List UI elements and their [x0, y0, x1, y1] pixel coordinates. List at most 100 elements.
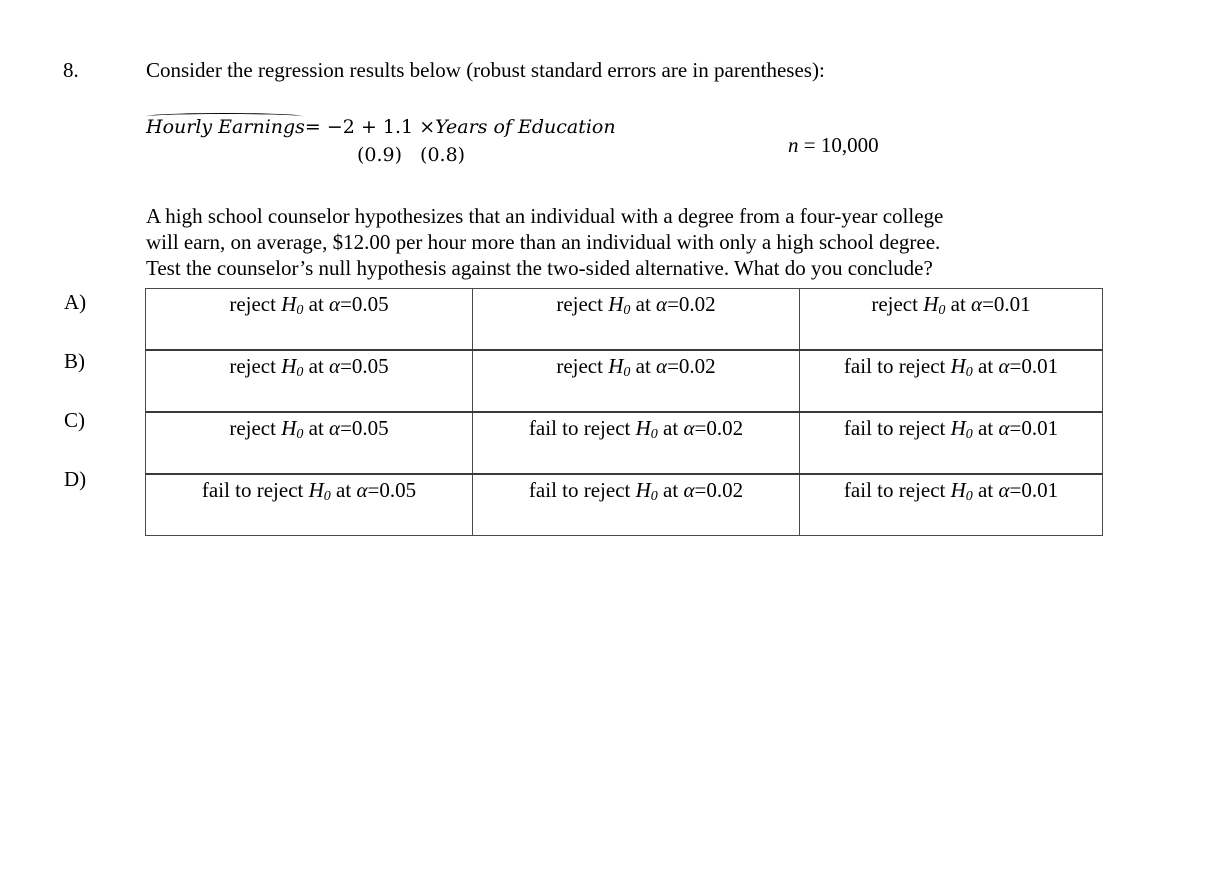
hypothesis-letter: H: [608, 354, 624, 378]
hypothesis-subscript: 0: [296, 427, 304, 442]
null-hypothesis-symbol: H0: [281, 354, 303, 380]
option-row-b[interactable]: reject H0 at α=0.05 reject H0 at α=0.02 fa…: [145, 349, 1103, 413]
at-word: at: [635, 354, 651, 378]
alpha-symbol: α: [329, 354, 341, 378]
alpha-value: 0.01: [993, 292, 1031, 316]
at-word: at: [635, 292, 651, 316]
at-word: at: [336, 478, 352, 502]
option-cell: reject H0 at α=0.02: [472, 288, 800, 351]
alpha-equals: =: [340, 416, 352, 440]
equals-sign: =: [304, 116, 321, 138]
alpha-value: 0.02: [706, 478, 744, 502]
option-row-d[interactable]: fail to reject H0 at α=0.05 fail to rejec…: [145, 473, 1103, 536]
alpha-equals: =: [1009, 478, 1022, 502]
hypothesis-subscript: 0: [623, 365, 631, 380]
hypothesis-letter: H: [281, 292, 297, 316]
hypothesis-letter: H: [950, 416, 966, 440]
option-label-d[interactable]: D): [64, 467, 86, 492]
decision-verb: reject: [556, 354, 603, 378]
null-hypothesis-symbol: H0: [281, 416, 304, 442]
option-cell: fail to reject H0 at α=0.01: [799, 349, 1103, 413]
hypothesis-letter: H: [950, 478, 966, 502]
sample-size-symbol: n: [788, 133, 799, 157]
decision-verb: fail to reject: [843, 478, 946, 502]
hypothesis-subscript: 0: [650, 427, 658, 442]
se-intercept: (0.9): [357, 144, 403, 166]
alpha-equals: =: [667, 292, 679, 316]
paragraph-line: will earn, on average, $12.00 per hour m…: [146, 230, 941, 254]
hypothesis-letter: H: [608, 292, 624, 316]
standard-errors: (0.9) (0.8): [357, 144, 465, 166]
hypothesis-letter: H: [308, 478, 324, 502]
null-hypothesis-symbol: H0: [635, 478, 658, 504]
sample-size-value: 10,000: [820, 133, 879, 157]
alpha-equals: =: [667, 354, 679, 378]
answer-options-table: reject H0 at α=0.05 reject H0 at α=0.02 re…: [145, 288, 1103, 536]
option-row-c[interactable]: reject H0 at α=0.05 fail to reject H0 at …: [145, 411, 1103, 475]
alpha-symbol: α: [329, 416, 341, 440]
alpha-value: 0.02: [678, 292, 716, 316]
alpha-value: 0.05: [351, 354, 389, 378]
option-label-b[interactable]: B): [64, 349, 85, 374]
alpha-equals: =: [1009, 416, 1022, 440]
at-word: at: [950, 292, 966, 316]
dependent-variable: Hourly Earnings: [146, 113, 305, 138]
null-hypothesis-symbol: H0: [308, 478, 331, 504]
hypothesis-letter: H: [635, 478, 651, 502]
option-cell: fail to reject H0 at α=0.02: [472, 473, 800, 536]
alpha-symbol: α: [998, 478, 1010, 502]
at-word: at: [308, 416, 324, 440]
plus-sign: +: [360, 116, 377, 138]
at-word: at: [663, 478, 679, 502]
alpha-symbol: α: [998, 416, 1010, 440]
option-cell: reject H0 at α=0.02: [472, 349, 800, 413]
alpha-equals: =: [1009, 354, 1022, 378]
null-hypothesis-symbol: H0: [636, 416, 658, 442]
question-prompt: Consider the regression results below (r…: [146, 58, 825, 82]
paragraph-line: A high school counselor hypothesizes tha…: [146, 204, 944, 228]
alpha-equals: =: [982, 292, 994, 316]
alpha-equals: =: [694, 416, 707, 440]
option-cell: fail to reject H0 at α=0.02: [472, 411, 800, 475]
alpha-value: 0.05: [379, 478, 417, 502]
option-row-a[interactable]: reject H0 at α=0.05 reject H0 at α=0.02 re…: [145, 288, 1103, 351]
hypothesis-letter: H: [281, 416, 297, 440]
option-label-c[interactable]: C): [64, 408, 85, 433]
sample-size: n = 10,000: [788, 133, 879, 158]
hypothesis-letter: H: [923, 292, 939, 316]
decision-verb: fail to reject: [843, 354, 946, 378]
alpha-value: 0.01: [1021, 416, 1059, 440]
null-hypothesis-symbol: H0: [608, 292, 631, 318]
alpha-value: 0.01: [1021, 478, 1059, 502]
alpha-value: 0.02: [706, 416, 744, 440]
hypothesis-subscript: 0: [965, 365, 973, 380]
option-label-a[interactable]: A): [64, 290, 86, 315]
alpha-symbol: α: [329, 292, 341, 316]
question-number: 8.: [63, 58, 79, 82]
at-word: at: [978, 354, 994, 378]
at-word: at: [978, 416, 994, 440]
at-word: at: [978, 478, 994, 502]
option-cell: reject H0 at α=0.05: [145, 349, 473, 413]
alpha-equals: =: [694, 478, 707, 502]
alpha-value: 0.05: [351, 416, 389, 440]
hypothesis-letter: H: [281, 354, 297, 378]
null-hypothesis-symbol: H0: [608, 354, 631, 380]
decision-verb: reject: [556, 292, 603, 316]
null-hypothesis-symbol: H0: [281, 292, 303, 318]
question-paragraph: A high school counselor hypothesizes tha…: [146, 203, 1106, 281]
hypothesis-subscript: 0: [623, 303, 631, 318]
option-cell: reject H0 at α=0.05: [145, 411, 473, 475]
times-sign: ×: [419, 116, 436, 138]
regressor-name: Years of Education: [435, 116, 616, 138]
alpha-symbol: α: [971, 292, 983, 316]
decision-verb: fail to reject: [528, 416, 631, 440]
decision-verb: reject: [229, 416, 276, 440]
paragraph-line: Test the counselor’s null hypothesis aga…: [146, 256, 933, 280]
decision-verb: fail to reject: [843, 416, 946, 440]
intercept-estimate: −2: [326, 116, 355, 138]
option-cell: reject H0 at α=0.01: [799, 288, 1103, 351]
option-cell: reject H0 at α=0.05: [145, 288, 473, 351]
decision-verb: reject: [229, 354, 276, 378]
option-cell: fail to reject H0 at α=0.01: [799, 411, 1103, 475]
